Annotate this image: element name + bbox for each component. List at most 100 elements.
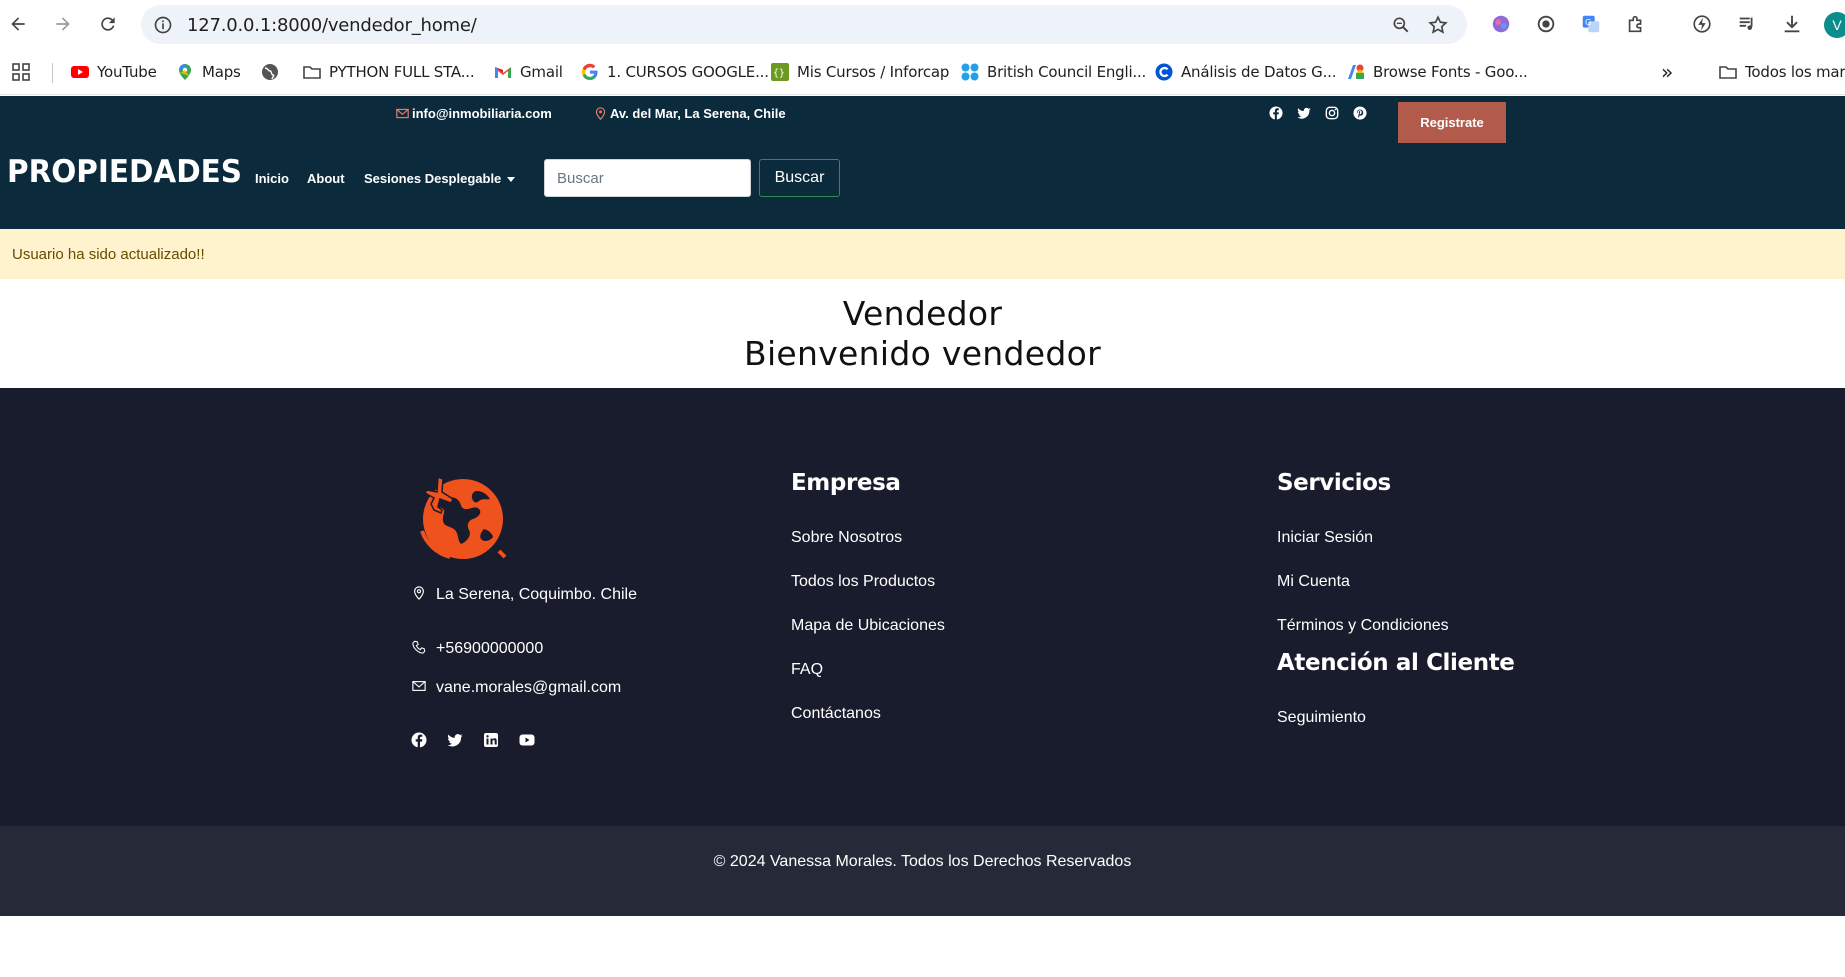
all-bookmarks-folder[interactable]: Todos los marcadores	[1719, 60, 1845, 84]
bookmark-analisis-datos[interactable]: Análisis de Datos G...	[1155, 60, 1336, 84]
bookmark-google-fonts[interactable]: Browse Fonts - Goo...	[1347, 60, 1528, 84]
gmail-icon	[494, 63, 512, 81]
bookmark-cursos-google[interactable]: 1. CURSOS GOOGLE...	[581, 60, 769, 84]
footer-link-contactanos[interactable]: Contáctanos	[791, 705, 881, 723]
download-icon	[1784, 15, 1800, 33]
media-button[interactable]	[1735, 12, 1759, 36]
site-info-icon[interactable]	[153, 15, 173, 35]
footer-link-terminos[interactable]: Términos y Condiciones	[1277, 617, 1449, 635]
footer-link-sobre-nosotros[interactable]: Sobre Nosotros	[791, 529, 902, 547]
footer-location: La Serena, Coquimbo. Chile	[412, 584, 637, 603]
map-marker-icon	[414, 586, 424, 600]
nav-sesiones-dropdown[interactable]: Sesiones Desplegable	[364, 171, 516, 186]
back-button[interactable]	[6, 12, 30, 36]
apps-grid-icon	[12, 63, 30, 81]
profile-avatar[interactable]: V	[1824, 12, 1845, 38]
bookmark-british-council[interactable]: British Council Engli...	[961, 60, 1146, 84]
downloads-button[interactable]	[1780, 12, 1804, 36]
phone-icon	[412, 640, 426, 654]
bookmarks-bar: YouTube Maps PYTHON FULL STA... Gmail 1.…	[0, 49, 1845, 95]
envelope-icon	[412, 681, 426, 691]
bookmark-star-icon[interactable]	[1427, 14, 1449, 36]
record-extension-icon	[1537, 15, 1555, 33]
footer-email[interactable]: vane.morales@gmail.com	[412, 677, 621, 696]
header-instagram-link[interactable]	[1324, 105, 1340, 121]
footer-link-productos[interactable]: Todos los Productos	[791, 573, 935, 591]
page-bottom-blank	[0, 916, 1845, 977]
pinterest-icon	[1353, 106, 1367, 120]
copyright-text: © 2024 Vanessa Morales. Todos los Derech…	[713, 853, 1132, 870]
zoom-icon[interactable]	[1391, 15, 1411, 35]
reload-button[interactable]	[96, 12, 120, 36]
extensions-button[interactable]	[1624, 12, 1648, 36]
footer-youtube-link[interactable]	[518, 731, 536, 749]
apps-button[interactable]	[12, 60, 30, 84]
header-address: Av. del Mar, La Serena, Chile	[594, 106, 786, 121]
header-pinterest-link[interactable]	[1352, 105, 1368, 121]
google-icon	[581, 63, 599, 81]
url-text[interactable]: 127.0.0.1:8000/vendedor_home/	[187, 15, 477, 36]
forward-button[interactable]	[51, 12, 75, 36]
footer-link-mi-cuenta[interactable]: Mi Cuenta	[1277, 573, 1350, 591]
bookmark-globe[interactable]	[261, 60, 279, 84]
performance-button[interactable]	[1690, 12, 1714, 36]
extension-translate[interactable]: G	[1579, 12, 1603, 36]
address-bar[interactable]: 127.0.0.1:8000/vendedor_home/	[141, 5, 1467, 44]
footer-phone: +56900000000	[412, 638, 543, 657]
bookmark-inforcap[interactable]: {} Mis Cursos / Inforcap	[771, 60, 949, 84]
twitter-icon	[1297, 107, 1311, 119]
extension-brain[interactable]	[1489, 12, 1513, 36]
translate-extension-icon: G	[1582, 15, 1600, 33]
search-button[interactable]: Buscar	[759, 159, 840, 197]
footer-link-mapa[interactable]: Mapa de Ubicaciones	[791, 617, 945, 635]
mail-icon	[396, 108, 409, 119]
bookmark-youtube[interactable]: YouTube	[71, 60, 157, 84]
register-button[interactable]: Registrate	[1398, 102, 1506, 143]
facebook-icon	[1269, 106, 1283, 120]
twitter-icon	[447, 734, 463, 747]
facebook-icon	[411, 732, 427, 748]
more-bookmarks-button[interactable]: »	[1661, 60, 1673, 84]
reload-icon	[101, 17, 115, 31]
globe-airplane-logo-icon	[420, 475, 507, 559]
google-fonts-icon	[1347, 63, 1365, 81]
search-input[interactable]	[544, 159, 751, 197]
footer-servicios-title: Servicios	[1277, 470, 1391, 496]
bookmarks-separator	[52, 63, 53, 83]
location-pin-icon	[595, 107, 606, 120]
footer-atencion-title: Atención al Cliente	[1277, 650, 1515, 676]
footer-twitter-link[interactable]	[446, 731, 464, 749]
media-queue-icon	[1739, 17, 1753, 30]
footer-link-seguimiento[interactable]: Seguimiento	[1277, 709, 1366, 727]
youtube-icon	[71, 63, 89, 81]
footer-linkedin-link[interactable]	[482, 731, 500, 749]
footer-facebook-link[interactable]	[410, 731, 428, 749]
arrow-right-icon	[56, 17, 70, 31]
svg-text:G: G	[1585, 17, 1591, 27]
update-success-alert: Usuario ha sido actualizado!!	[0, 229, 1845, 279]
caret-down-icon	[507, 177, 516, 183]
nav-inicio[interactable]: Inicio	[255, 171, 289, 186]
header-email[interactable]: info@inmobiliaria.com	[396, 106, 552, 121]
linkedin-icon	[484, 733, 498, 747]
page-title: Vendedor	[842, 294, 1003, 333]
folder-icon	[1719, 63, 1737, 81]
nav-about[interactable]: About	[307, 171, 345, 186]
bookmark-python-folder[interactable]: PYTHON FULL STA...	[303, 60, 475, 84]
globe-icon	[261, 63, 279, 81]
site-header: info@inmobiliaria.com Av. del Mar, La Se…	[0, 96, 1845, 229]
header-twitter-link[interactable]	[1296, 105, 1312, 121]
inforcap-icon: {}	[771, 63, 789, 81]
extension-record[interactable]	[1534, 12, 1558, 36]
maps-pin-icon	[176, 63, 194, 81]
bookmark-gmail[interactable]: Gmail	[494, 60, 563, 84]
header-facebook-link[interactable]	[1268, 105, 1284, 121]
footer-link-iniciar-sesion[interactable]: Iniciar Sesión	[1277, 529, 1373, 547]
bookmark-maps[interactable]: Maps	[176, 60, 241, 84]
footer-empresa-title: Empresa	[791, 470, 901, 496]
brain-extension-icon	[1492, 15, 1510, 33]
footer-link-faq[interactable]: FAQ	[791, 661, 823, 679]
performance-icon	[1693, 15, 1711, 33]
arrow-left-icon	[11, 17, 25, 31]
brand-logo-text[interactable]: PROPIEDADES	[7, 154, 242, 190]
